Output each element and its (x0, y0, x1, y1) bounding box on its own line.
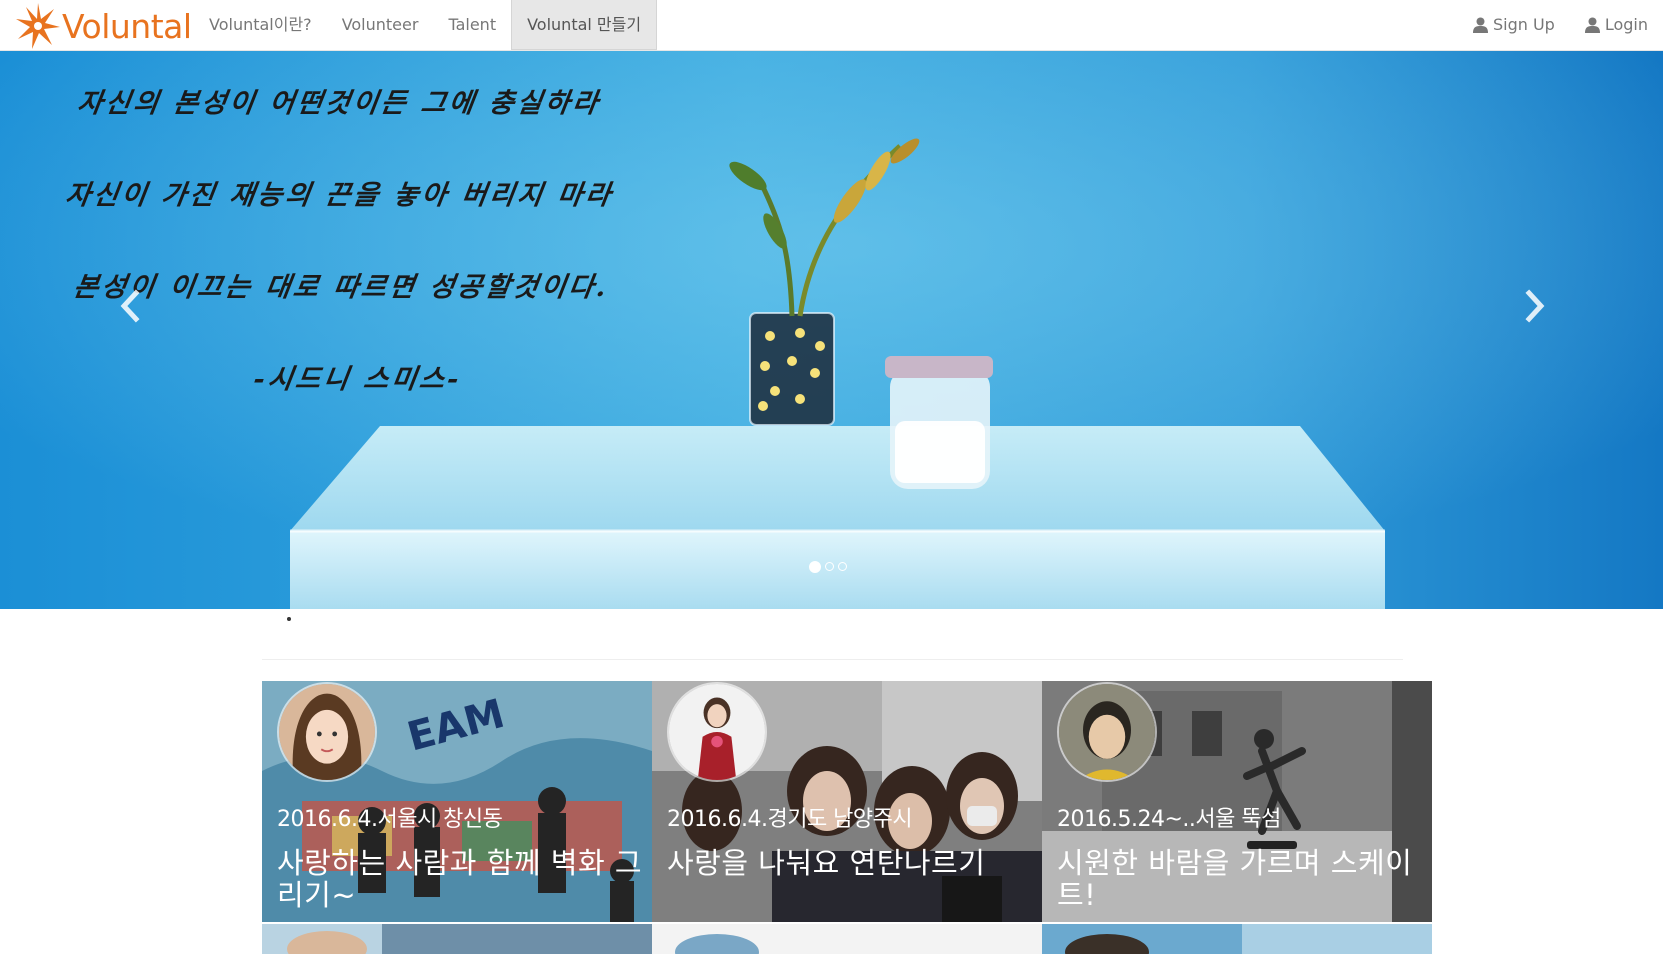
card-photo (652, 924, 1042, 954)
quote-author: -시드니 스미스- (251, 364, 464, 395)
logo-star-icon (16, 2, 60, 49)
hero-carousel: 자신의 본성이 어떤것이든 그에 충실하라 자신이 가진 재능의 끈을 놓아 버… (0, 51, 1663, 609)
chevron-left-icon[interactable] (110, 281, 150, 331)
activity-card[interactable]: EAM 2016.6.4.서울시 창신동 사랑하는 사람과 함께 벽화 그리기~ (262, 681, 652, 922)
login-label: Login (1604, 15, 1648, 34)
main-nav: Voluntal이란? Volunteer Talent Voluntal 만들… (194, 0, 658, 50)
nav-item-create[interactable]: Voluntal 만들기 (511, 0, 658, 50)
activity-card-next[interactable] (652, 924, 1042, 954)
quote-line-3: 본성이 이끄는 대로 따르면 성공할것이다. (71, 272, 612, 303)
account-nav: Sign Up Login (1458, 0, 1663, 50)
nav-item-about[interactable]: Voluntal이란? (194, 0, 327, 50)
card-title: 사랑을 나눠요 연탄나르기 (667, 846, 986, 880)
carousel-indicator-2[interactable] (825, 562, 834, 571)
brand-name: Voluntal (62, 7, 192, 46)
quote-line-2: 자신이 가진 재능의 끈을 놓아 버리지 마라 (63, 180, 616, 211)
nav-item-talent[interactable]: Talent (433, 0, 511, 50)
card-date: 2016.6.4.경기도 남양주시 (667, 807, 913, 832)
sign-up-label: Sign Up (1492, 15, 1555, 34)
hero-slide-image (0, 51, 1663, 609)
user-icon (1472, 17, 1488, 33)
sign-up-link[interactable]: Sign Up (1458, 0, 1570, 50)
carousel-indicator-3[interactable] (838, 562, 847, 571)
card-title: 사랑하는 사람과 함께 벽화 그리기~ (277, 846, 643, 912)
carousel-indicators (809, 560, 847, 573)
nav-item-volunteer[interactable]: Volunteer (327, 0, 434, 50)
section-divider (262, 659, 1403, 660)
avatar (1057, 682, 1157, 782)
card-photo (1042, 924, 1432, 954)
chevron-right-icon[interactable] (1515, 281, 1555, 331)
avatar (277, 682, 377, 782)
activity-card-next[interactable] (262, 924, 652, 954)
avatar (667, 682, 767, 782)
login-link[interactable]: Login (1570, 0, 1663, 50)
quote-line-1: 자신의 본성이 어떤것이든 그에 충실하라 (75, 88, 603, 119)
user-icon (1584, 17, 1600, 33)
carousel-indicator-1[interactable] (809, 560, 821, 573)
card-date: 2016.5.24~..서울 뚝섬 (1057, 807, 1281, 832)
card-title: 시원한 바람을 가르며 스케이트! (1057, 846, 1413, 912)
card-photo (262, 924, 652, 954)
brand-logo-link[interactable]: Voluntal (14, 0, 192, 51)
empty-list-bullet (287, 617, 291, 621)
activity-card-next[interactable] (1042, 924, 1432, 954)
activity-card[interactable]: 2016.6.4.경기도 남양주시 사랑을 나눠요 연탄나르기 (652, 681, 1042, 922)
activity-card[interactable]: 2016.5.24~..서울 뚝섬 시원한 바람을 가르며 스케이트! (1042, 681, 1432, 922)
top-navbar: Voluntal Voluntal이란? Volunteer Talent Vo… (0, 0, 1663, 51)
card-date: 2016.6.4.서울시 창신동 (277, 807, 503, 832)
